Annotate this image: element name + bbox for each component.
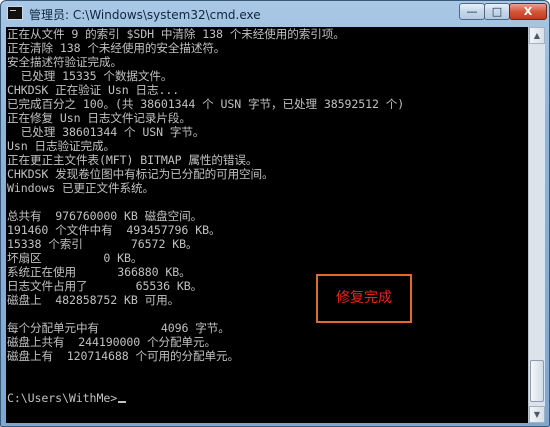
maximize-button[interactable]: □ (484, 3, 510, 20)
prompt-text: C:\Users\WithMe> (7, 391, 118, 405)
minimize-button[interactable]: — (459, 3, 485, 20)
console-prompt[interactable]: C:\Users\WithMe> (7, 391, 127, 405)
console-line: 已处理 38601344 个 USN 字节。 (7, 125, 205, 139)
console-line: Usn 日志验证完成。 (7, 139, 115, 153)
close-button[interactable]: X (509, 3, 547, 20)
console-line: CHKDSK 正在验证 Usn 日志... (7, 83, 180, 97)
repair-complete-annotation: 修复完成 (316, 274, 412, 323)
console-line: 磁盘上有 120714688 个可用的分配单元。 (7, 349, 239, 363)
console-line: 总共有 976760000 KB 磁盘空间。 (7, 209, 203, 223)
console-line: 日志文件占用了 65536 KB。 (7, 279, 203, 293)
vertical-scrollbar[interactable]: ▲ ▼ (528, 27, 545, 423)
console-line: 每个分配单元中有 4096 字节。 (7, 321, 230, 335)
window-title: 管理员: C:\Windows\system32\cmd.exe (29, 8, 261, 22)
console-line: Windows 已更正文件系统。 (7, 181, 154, 195)
console-line: 191460 个文件中有 493457796 KB。 (7, 223, 221, 237)
console-line: 已完成百分之 100。(共 38601344 个 USN 字节，已处理 3859… (7, 97, 405, 111)
title-bar[interactable]: 管理员: C:\Windows\system32\cmd.exe — □ X (1, 1, 549, 27)
console-line: 安全描述符验证完成。 (7, 55, 122, 69)
console-line: CHKDSK 发现卷位图中有标记为已分配的可用空间。 (7, 167, 274, 181)
scroll-thumb[interactable] (530, 360, 544, 402)
console-line: 系统正在使用 366880 KB。 (7, 265, 191, 279)
scroll-down-button[interactable]: ▼ (529, 406, 545, 423)
scroll-up-button[interactable]: ▲ (529, 27, 545, 44)
console-output[interactable]: 正在从文件 9 的索引 $SDH 中清除 138 个未经使用的索引项。 正在清除… (6, 27, 528, 423)
cmd-window: 管理员: C:\Windows\system32\cmd.exe — □ X 正… (0, 0, 550, 427)
console-line: 磁盘上 482858752 KB 可用。 (7, 293, 180, 307)
text-cursor (118, 401, 127, 403)
cmd-icon (7, 6, 23, 20)
console-line: 正在修复 Usn 日志文件记录片段。 (7, 111, 191, 125)
console-line: 正在更正主文件表(MFT) BITMAP 属性的错误。 (7, 153, 258, 167)
console-line: 坏扇区 0 KB。 (7, 251, 143, 265)
console-line: 已处理 15335 个数据文件。 (7, 69, 173, 83)
console-line: 磁盘上共有 244190000 个分配单元。 (7, 335, 216, 349)
console-line: 15338 个索引 76572 KB。 (7, 237, 198, 251)
console-line: 正在清除 138 个未经使用的安全描述符。 (7, 41, 226, 55)
console-line: 正在从文件 9 的索引 $SDH 中清除 138 个未经使用的索引项。 (7, 27, 345, 41)
